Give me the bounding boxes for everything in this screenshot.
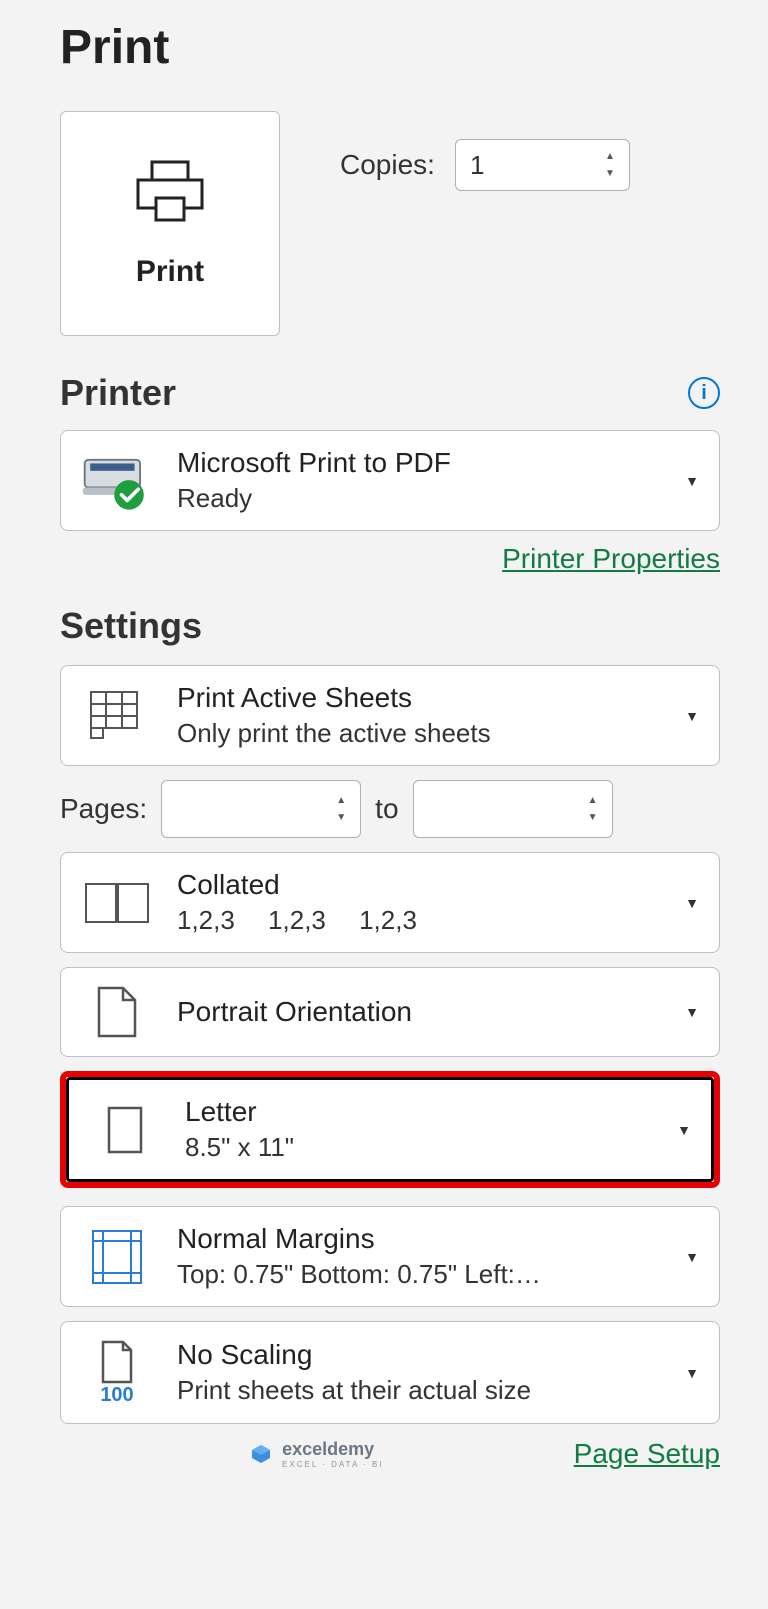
collation-sub: 1,2,3 1,2,3 1,2,3 [177,905,661,936]
margins-dropdown[interactable]: Normal Margins Top: 0.75" Bottom: 0.75" … [60,1206,720,1307]
printer-properties-link[interactable]: Printer Properties [502,543,720,574]
paper-size-dropdown[interactable]: Letter 8.5" x 11" ▼ [60,1071,720,1188]
scaling-title: No Scaling [177,1339,661,1371]
page-setup-link[interactable]: Page Setup [574,1438,720,1470]
printer-icon [130,158,210,231]
watermark-icon [250,1443,272,1465]
spinner-arrows-icon[interactable]: ▲▼ [336,795,346,823]
paper-title: Letter [185,1096,653,1128]
pages-to-input[interactable]: ▲▼ [413,780,613,838]
copies-value: 1 [470,150,605,181]
settings-header: Settings [60,605,720,647]
print-button[interactable]: Print [60,111,280,336]
pages-row: Pages: ▲▼ to ▲▼ [60,780,720,838]
info-icon[interactable]: i [688,377,720,409]
spinner-arrows-icon[interactable]: ▲▼ [605,151,615,179]
collation-dropdown[interactable]: Collated 1,2,3 1,2,3 1,2,3 ▼ [60,852,720,953]
collation-title: Collated [177,869,661,901]
scaling-icon: 100 [81,1338,153,1407]
printer-dropdown[interactable]: Microsoft Print to PDF Ready ▼ [60,430,720,531]
margins-title: Normal Margins [177,1223,661,1255]
orientation-dropdown[interactable]: Portrait Orientation ▼ [60,967,720,1057]
copies-row: Copies: 1 ▲▼ [340,139,630,191]
collated-icon [81,878,153,928]
paper-sub: 8.5" x 11" [185,1132,653,1163]
printer-name: Microsoft Print to PDF [177,447,661,479]
scaling-dropdown[interactable]: 100 No Scaling Print sheets at their act… [60,1321,720,1424]
page-title: Print [60,20,720,75]
chevron-down-icon: ▼ [685,1249,699,1265]
spinner-arrows-icon[interactable]: ▲▼ [588,795,598,823]
print-button-label: Print [136,255,204,289]
chevron-down-icon: ▼ [685,1365,699,1381]
copies-spinner[interactable]: 1 ▲▼ [455,139,630,191]
copies-label: Copies: [340,149,435,181]
portrait-icon [81,984,153,1040]
pages-to-label: to [375,793,398,825]
watermark-tagline: EXCEL · DATA · BI [282,1460,383,1469]
watermark-brand: exceldemy [282,1439,374,1459]
chevron-down-icon: ▼ [685,708,699,724]
printer-header-row: Printer i [60,372,720,414]
footer-row: exceldemy EXCEL · DATA · BI Page Setup [60,1438,720,1470]
print-area-dropdown[interactable]: Print Active Sheets Only print the activ… [60,665,720,766]
scaling-sub: Print sheets at their actual size [177,1375,661,1406]
chevron-down-icon: ▼ [685,895,699,911]
chevron-down-icon: ▼ [685,473,699,489]
chevron-down-icon: ▼ [677,1122,691,1138]
printer-status: Ready [177,483,661,514]
pages-label: Pages: [60,793,147,825]
print-area-sub: Only print the active sheets [177,718,661,749]
scaling-value: 100 [100,1384,133,1407]
printer-header: Printer [60,372,176,414]
margins-sub: Top: 0.75" Bottom: 0.75" Left:… [177,1259,661,1290]
watermark: exceldemy EXCEL · DATA · BI [250,1439,383,1469]
margins-icon [81,1227,153,1287]
paper-icon [89,1102,161,1158]
print-area-title: Print Active Sheets [177,682,661,714]
printer-device-icon [81,450,153,512]
orientation-title: Portrait Orientation [177,996,661,1028]
chevron-down-icon: ▼ [685,1004,699,1020]
print-top-row: Print Copies: 1 ▲▼ [60,111,720,336]
pages-from-input[interactable]: ▲▼ [161,780,361,838]
sheets-icon [81,690,153,742]
